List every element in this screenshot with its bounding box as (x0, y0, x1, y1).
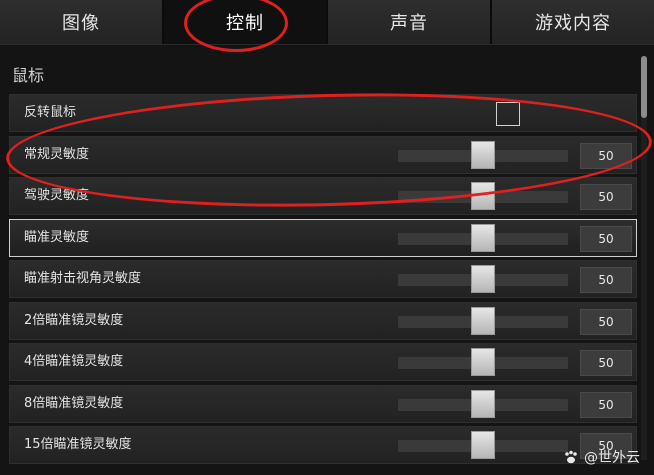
settings-row[interactable]: 驾驶灵敏度 50 (9, 177, 637, 215)
row-label: 4倍瞄准镜灵敏度 (24, 354, 124, 369)
value-field[interactable]: 50 (580, 350, 632, 376)
tab-graphics[interactable]: 图像 (0, 0, 164, 44)
row-label: 瞄准射击视角灵敏度 (24, 271, 142, 286)
settings-row[interactable]: 反转鼠标 (9, 94, 637, 132)
slider-thumb[interactable] (471, 348, 495, 376)
tab-gameplay[interactable]: 游戏内容 (492, 0, 654, 44)
settings-row[interactable]: 瞄准灵敏度 50 (9, 218, 637, 257)
row-label: 2倍瞄准镜灵敏度 (24, 312, 124, 328)
row-label: 瞄准灵敏度 (24, 229, 90, 245)
slider-thumb[interactable] (471, 306, 495, 335)
tab-sound[interactable]: 声音 (328, 0, 492, 44)
tab-controls[interactable]: 控制 (164, 0, 328, 44)
settings-row[interactable]: 4倍瞄准镜灵敏度 50 (9, 343, 637, 381)
invert-mouse-checkbox[interactable] (496, 102, 520, 126)
paw-icon (562, 449, 580, 465)
settings-screen: 图像 控制 声音 游戏内容 鼠标 反转鼠标 常规灵敏度 50 驾驶灵敏度 50 瞄准灵敏度… (0, 0, 654, 475)
value-field[interactable]: 50 (580, 267, 632, 293)
settings-row[interactable]: 15倍瞄准镜灵敏度 50 (9, 426, 637, 464)
value-field[interactable]: 50 (580, 308, 632, 335)
row-label: 15倍瞄准镜灵敏度 (24, 437, 132, 452)
row-label: 常规灵敏度 (24, 146, 90, 162)
slider-thumb[interactable] (471, 140, 495, 169)
settings-list: 反转鼠标 常规灵敏度 50 驾驶灵敏度 50 瞄准灵敏度 50 瞄准射击视角灵敏度 50 2倍瞄准… (9, 94, 637, 468)
value-field[interactable]: 50 (580, 142, 632, 169)
row-label: 8倍瞄准镜灵敏度 (24, 395, 124, 411)
section-title: 鼠标 (12, 66, 45, 85)
tab-bar: 图像 控制 声音 游戏内容 (0, 0, 654, 45)
watermark-text: @世外云 (584, 450, 640, 466)
settings-row[interactable]: 瞄准射击视角灵敏度 50 (9, 260, 637, 298)
value-field[interactable]: 50 (580, 184, 632, 210)
value-field[interactable]: 50 (580, 225, 632, 252)
slider-thumb[interactable] (471, 265, 495, 293)
scrollbar[interactable] (641, 56, 647, 460)
scroll-thumb[interactable] (641, 56, 647, 118)
settings-row[interactable]: 8倍瞄准镜灵敏度 50 (9, 384, 637, 423)
settings-row[interactable]: 常规灵敏度 50 (9, 135, 637, 174)
value-field[interactable]: 50 (580, 391, 632, 418)
row-label: 反转鼠标 (24, 105, 77, 120)
slider-thumb[interactable] (471, 223, 495, 252)
slider-thumb[interactable] (471, 431, 495, 459)
row-label: 驾驶灵敏度 (24, 188, 90, 203)
slider-thumb[interactable] (471, 182, 495, 210)
settings-row[interactable]: 2倍瞄准镜灵敏度 50 (9, 301, 637, 340)
watermark: @世外云 (562, 447, 640, 467)
slider-thumb[interactable] (471, 389, 495, 418)
